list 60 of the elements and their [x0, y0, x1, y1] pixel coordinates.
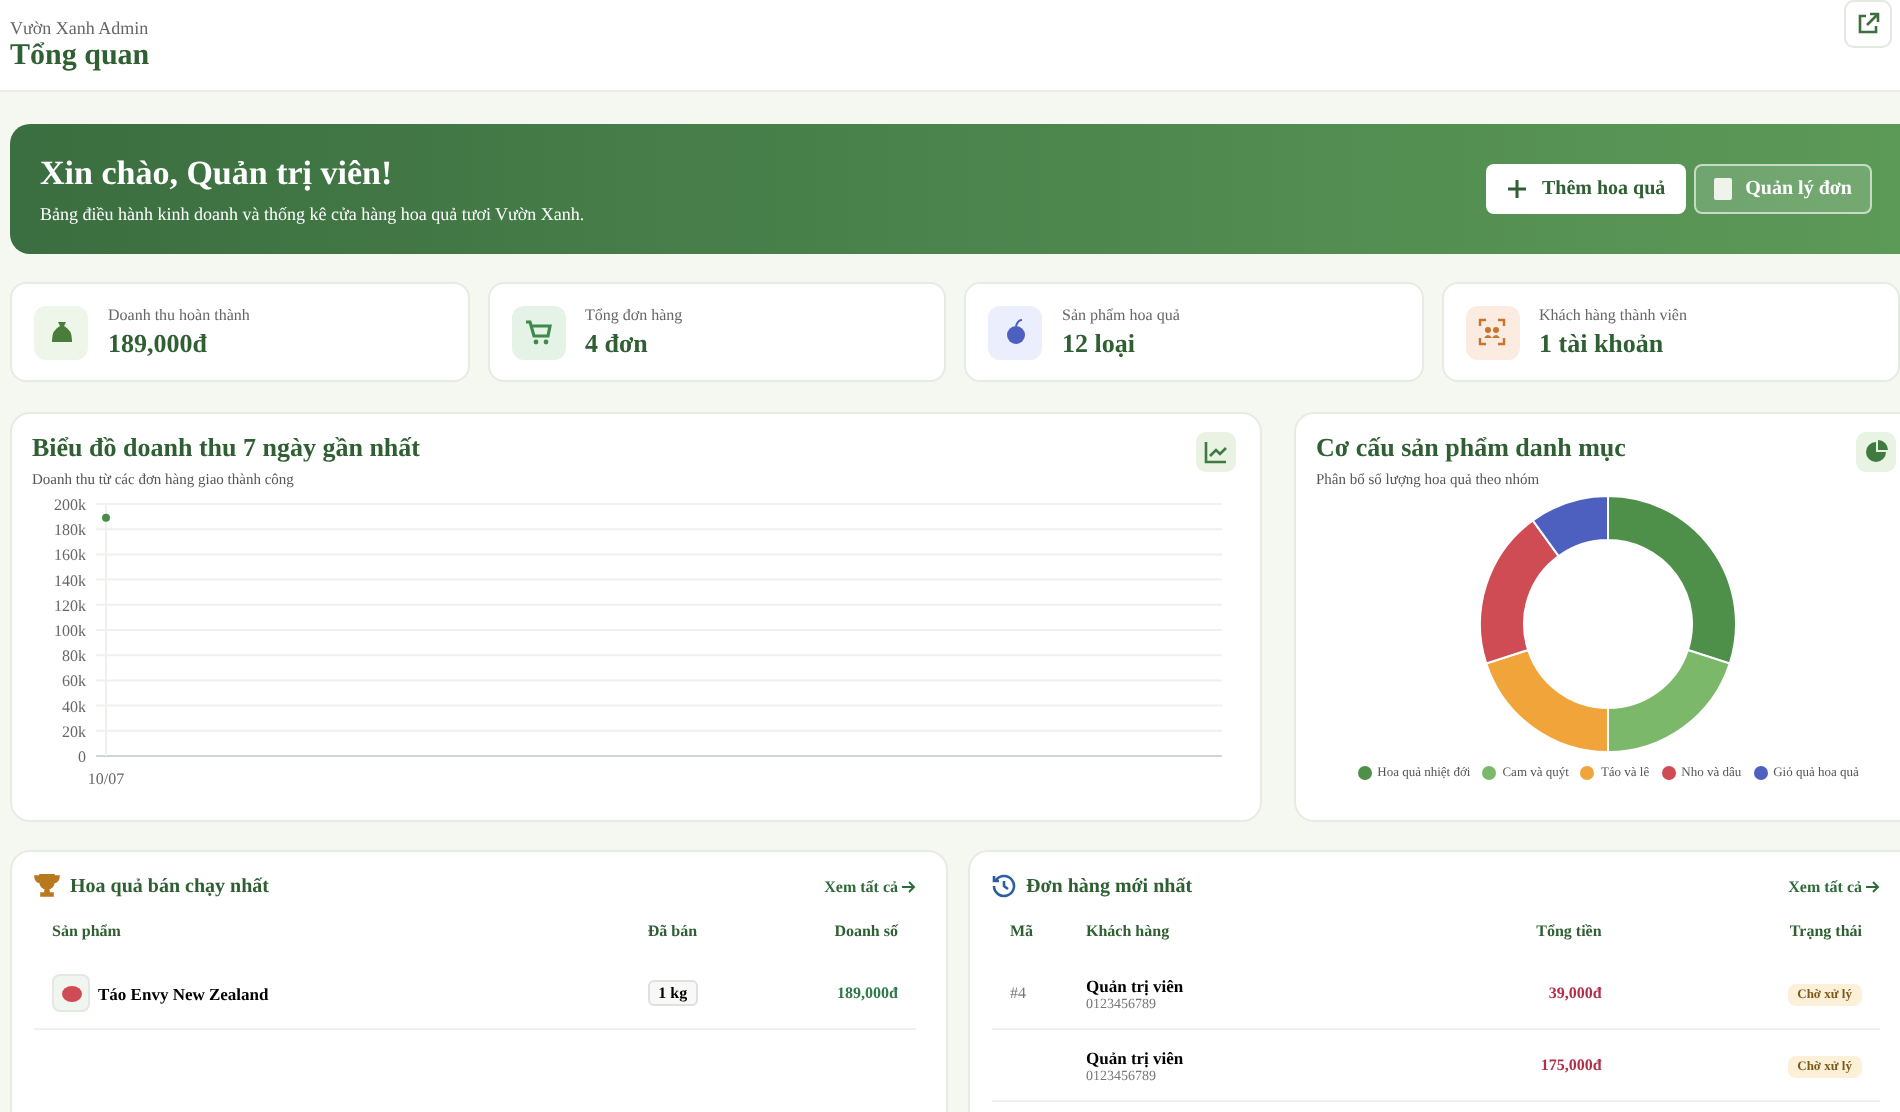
brand-label: Vườn Xanh Admin — [10, 17, 150, 37]
y-tick-label: 140k — [54, 571, 86, 590]
x-tick-label: 10/07 — [87, 770, 125, 788]
column-header: Trạng thái — [1787, 920, 1864, 944]
stat-value: 1 tài khoản — [1539, 327, 1666, 359]
column-header: Tổng tiền — [1534, 920, 1604, 944]
external-link-button[interactable] — [1844, 0, 1892, 47]
customer-name: Quản trị viên — [1086, 975, 1186, 995]
y-tick-label: 0 — [78, 748, 86, 766]
order-id: #4 — [1010, 984, 1026, 1002]
cart-icon — [511, 305, 565, 359]
column-header: Sản phẩm — [50, 920, 123, 944]
y-tick-label: 200k — [54, 496, 86, 514]
plus-icon — [1505, 178, 1528, 200]
stat-label: Khách hàng thành viên — [1539, 305, 1687, 323]
y-tick-label: 60k — [62, 672, 86, 691]
section-title: Hoa quả bán chạy nhất — [70, 875, 269, 897]
y-tick-label: 80k — [62, 647, 86, 666]
product-name: Táo Envy New Zealand — [98, 983, 269, 1003]
history-icon — [992, 874, 1016, 898]
stat-label: Tổng đơn hàng — [585, 305, 683, 323]
y-tick-label: 160k — [54, 546, 86, 565]
line-chart-icon — [1196, 432, 1236, 472]
revenue-amount: 189,000đ — [837, 984, 898, 1002]
column-header: Mã — [1008, 920, 1036, 944]
y-tick-label: 20k — [62, 722, 86, 741]
add-fruit-button[interactable]: Thêm hoa quả — [1485, 164, 1686, 214]
arrow-right-icon — [902, 879, 916, 893]
banner-title: Xin chào, Quản trị viên! — [40, 154, 395, 194]
data-point — [102, 513, 110, 522]
column-header: Khách hàng — [1084, 920, 1172, 944]
users-icon — [1465, 305, 1519, 359]
order-total: 39,000đ — [1548, 984, 1602, 1002]
apple-icon — [52, 974, 90, 1012]
column-header: Đã bán — [645, 920, 700, 944]
chart-title: Biểu đồ doanh thu 7 ngày gần nhất — [32, 432, 420, 464]
order-total: 175,000đ — [1540, 1056, 1602, 1074]
apple-icon — [988, 305, 1042, 359]
y-tick-label: 180k — [54, 521, 86, 540]
view-all-link[interactable]: Xem tất cả — [1788, 877, 1880, 895]
section-title: Đơn hàng mới nhất — [1026, 875, 1193, 897]
stat-label: Doanh thu hoàn thành — [108, 305, 250, 323]
arrow-right-icon — [1866, 879, 1880, 893]
y-tick-label: 100k — [54, 622, 86, 640]
chart-title: Cơ cấu sản phẩm danh mục — [1316, 432, 1626, 464]
y-tick-label: 120k — [54, 596, 86, 615]
customer-name: Quản trị viên — [1086, 1047, 1186, 1067]
money-bag-icon — [34, 305, 88, 359]
y-tick-label: 40k — [62, 697, 86, 716]
external-link-icon — [1856, 11, 1880, 35]
stat-value: 12 loại — [1062, 327, 1137, 359]
view-all-link[interactable]: Xem tất cả — [824, 877, 916, 895]
stat-label: Sản phẩm hoa quả — [1062, 305, 1180, 323]
banner-subtitle: Bảng điều hành kinh doanh và thống kê cửa hàng hoa quả tươi Vườn Xanh. — [40, 204, 585, 224]
stat-value: 189,000đ — [108, 327, 209, 359]
column-header: Doanh số — [832, 920, 900, 944]
page-title: Tổng quan — [10, 39, 150, 73]
trophy-icon — [34, 874, 60, 898]
stat-value: 4 đơn — [585, 327, 650, 359]
quantity-badge: 1 kg — [648, 980, 698, 1006]
